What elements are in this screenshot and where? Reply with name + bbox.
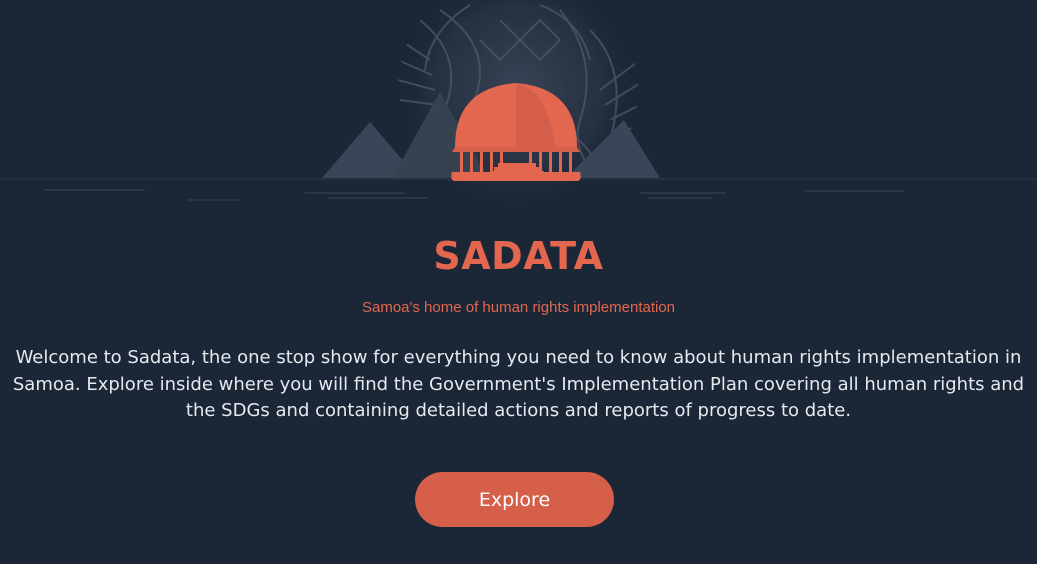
explore-button[interactable]: Explore <box>415 472 614 527</box>
page-subtitle: Samoa's home of human rights implementat… <box>361 299 676 316</box>
page-title: SADATA <box>433 234 604 278</box>
hero-illustration <box>0 0 1037 210</box>
intro-text: Welcome to Sadata, the one stop show for… <box>12 347 1025 421</box>
